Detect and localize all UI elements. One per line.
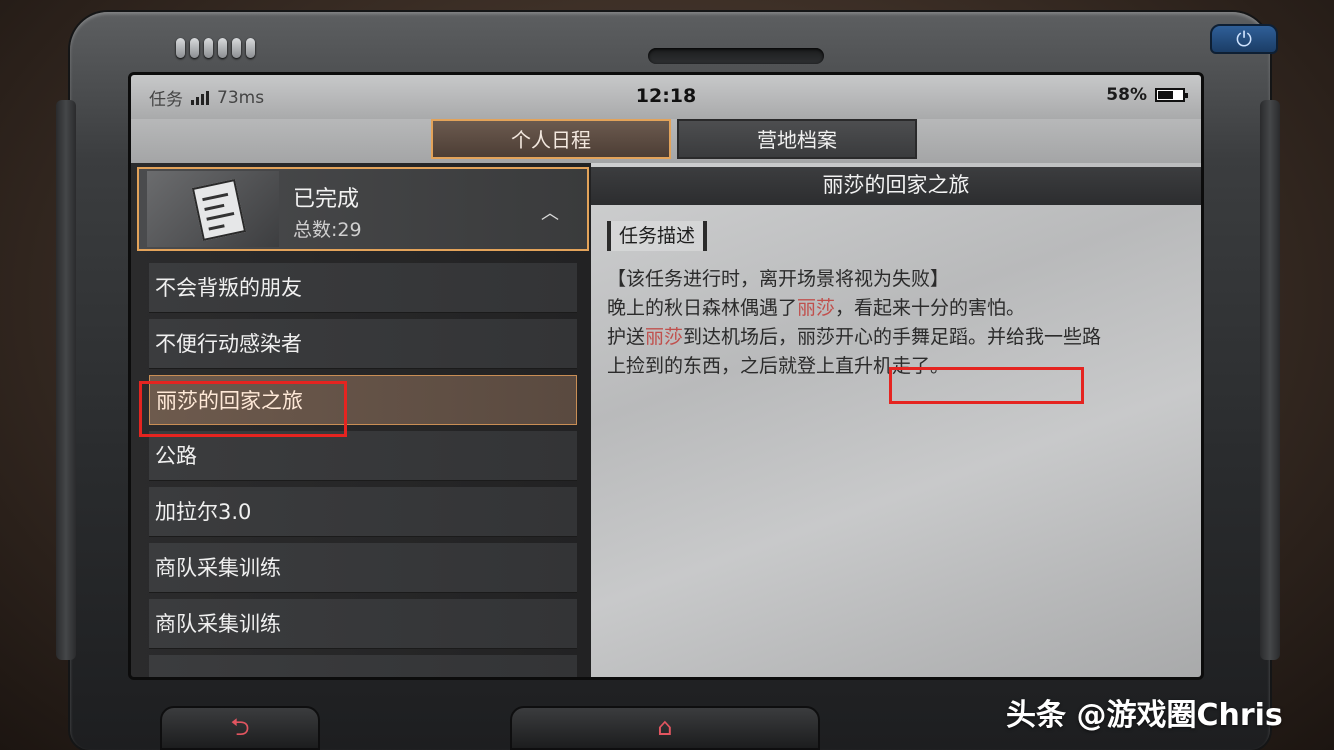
home-icon[interactable]: ⌂ (510, 706, 820, 750)
status-battery: 58% (1106, 85, 1147, 105)
quest-item[interactable]: 加拉尔3.0 (149, 487, 577, 537)
quest-list-panel: 已完成 总数:29 ︿ 不会背叛的朋友 不便行动感染者 丽莎的回家之旅 公路 加… (131, 163, 591, 677)
quest-item[interactable]: 商队采集训练 (149, 599, 577, 649)
status-bar: 任务 73ms 12:18 58% (131, 75, 1201, 119)
fear-phrase: 看起来十分的害怕。 (854, 297, 1026, 319)
status-time: 12:18 (635, 85, 697, 107)
quest-item[interactable]: 不会背叛的朋友 (149, 263, 577, 313)
quest-item[interactable]: 商队采集训练 (149, 543, 577, 593)
quest-description: 【该任务进行时，离开场景将视为失败】 晚上的秋日森林偶遇了丽莎，看起来十分的害怕… (607, 265, 1187, 381)
detail-title: 丽莎的回家之旅 (591, 167, 1201, 205)
desc-line-1: 【该任务进行时，离开场景将视为失败】 (607, 268, 950, 290)
group-count: 总数:29 (293, 219, 362, 241)
npc-name: 丽莎 (797, 297, 836, 319)
tab-camp-archive[interactable]: 营地档案 (677, 119, 917, 159)
group-title: 已完成 (293, 187, 360, 212)
quest-item-partial[interactable] (149, 655, 577, 677)
power-icon[interactable]: ⏻ (1210, 24, 1278, 54)
quest-item[interactable]: 公路 (149, 431, 577, 481)
quest-detail-panel: 丽莎的回家之旅 任务描述 【该任务进行时，离开场景将视为失败】 晚上的秋日森林偶… (591, 163, 1201, 677)
completed-group-header[interactable]: 已完成 总数:29 ︿ (137, 167, 589, 251)
watermark: 头条 @游戏圈Chris (1006, 698, 1283, 733)
top-notch (648, 48, 824, 64)
chevron-up-icon[interactable]: ︿ (537, 199, 563, 225)
quest-item-selected[interactable]: 丽莎的回家之旅 (149, 375, 577, 425)
quest-item[interactable]: 不便行动感染者 (149, 319, 577, 369)
checklist-icon (147, 171, 279, 247)
desc-line-3: 护送丽莎到达机场后，丽莎开心的手舞足蹈。并给我一些路 (607, 326, 1102, 348)
tab-bar: 个人日程 营地档案 (131, 119, 1201, 163)
desc-line-4: 上捡到的东西，之后就登上直升机走了。 (607, 355, 950, 377)
tab-personal-schedule[interactable]: 个人日程 (431, 119, 671, 159)
desc-line-2: 晚上的秋日森林偶遇了丽莎，看起来十分的害怕。 (607, 297, 1026, 319)
npc-name: 丽莎 (645, 326, 684, 348)
tablet-screen: 任务 73ms 12:18 58% 个人日程 营地档案 已完成 总数:29 ︿ … (128, 72, 1204, 680)
back-arrow-icon[interactable]: ⮌ (160, 706, 320, 750)
frame-side-left (56, 100, 76, 660)
section-label: 任务描述 (607, 221, 708, 251)
frame-side-right (1260, 100, 1280, 660)
vent-grille (176, 38, 255, 58)
battery-icon (1155, 88, 1188, 102)
